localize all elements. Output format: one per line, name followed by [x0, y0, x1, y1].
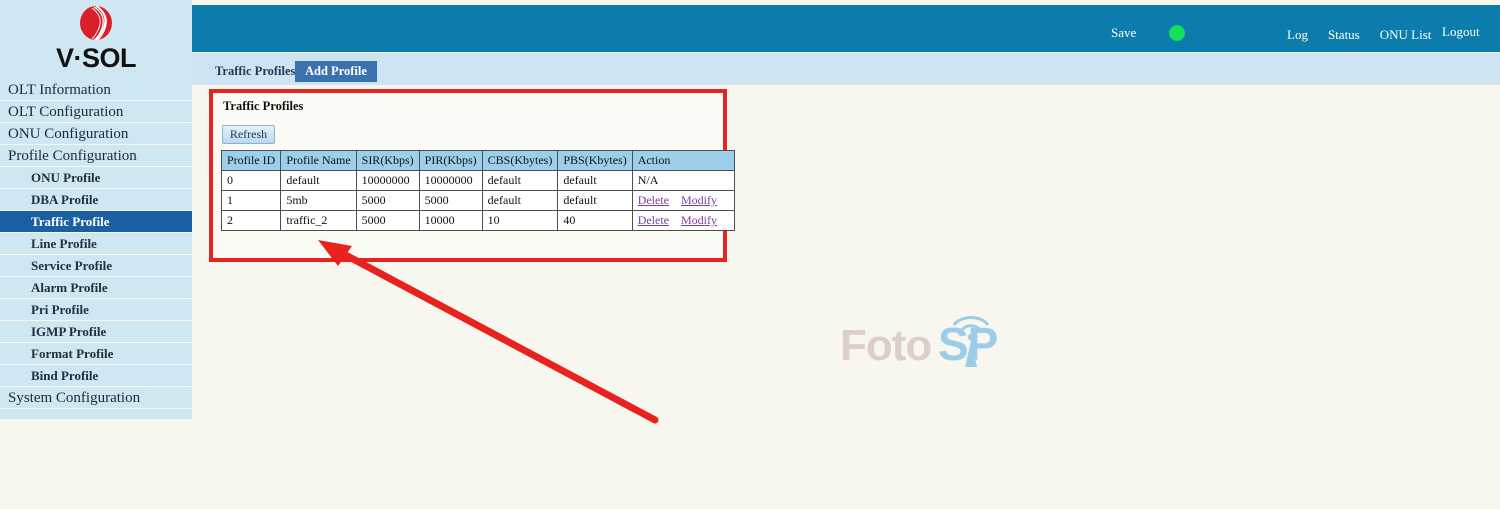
table-body: 0 default 10000000 10000000 default default N/…	[220, 170, 736, 231]
header-nav-links: Log Status ONU List	[1287, 27, 1451, 43]
column-header-action: Action	[631, 150, 736, 171]
header-link-status[interactable]: Status	[1328, 27, 1360, 43]
header-link-onu-list[interactable]: ONU List	[1380, 27, 1432, 43]
sidebar-item-label: Bind Profile	[31, 368, 99, 383]
cell-pir: 10000000	[418, 170, 483, 191]
cell-profile-id: 2	[220, 210, 282, 231]
column-header-profile-id: Profile ID	[220, 150, 282, 171]
sidebar-nav: OLT Information OLT Configuration ONU Conf…	[0, 79, 192, 409]
sidebar: V·SOL OLT Information OLT Configuration ON…	[0, 0, 192, 419]
cell-profile-name: default	[280, 170, 357, 191]
column-header-cbs: CBS(Kbytes)	[481, 150, 559, 171]
sidebar-item-service-profile[interactable]: Service Profile	[0, 255, 192, 277]
sidebar-item-igmp-profile[interactable]: IGMP Profile	[0, 321, 192, 343]
sidebar-item-label: System Configuration	[8, 390, 141, 406]
cell-pbs: 40	[557, 210, 633, 231]
sidebar-item-label: ONU Profile	[31, 170, 101, 185]
sidebar-item-label: Traffic Profile	[31, 214, 110, 229]
sidebar-item-label: ONU Configuration	[8, 126, 129, 142]
brand-logo-text: V·SOL	[55, 43, 137, 73]
delete-link[interactable]: Delete	[638, 193, 669, 207]
table-header-row: Profile ID Profile Name SIR(Kbps) PIR(Kb…	[220, 150, 736, 171]
traffic-profiles-table: Profile ID Profile Name SIR(Kbps) PIR(Kb…	[220, 150, 736, 231]
table-row: 2 traffic_2 5000 10000 10 40 Delete Modify	[220, 210, 736, 231]
sidebar-item-bind-profile[interactable]: Bind Profile	[0, 365, 192, 387]
sidebar-item-profile-configuration[interactable]: Profile Configuration	[0, 145, 192, 167]
cell-pir: 10000	[418, 210, 483, 231]
sidebar-item-label: OLT Configuration	[8, 104, 124, 120]
sidebar-item-alarm-profile[interactable]: Alarm Profile	[0, 277, 192, 299]
tab-traffic-profiles[interactable]: Traffic Profiles	[205, 61, 305, 82]
sidebar-item-onu-configuration[interactable]: ONU Configuration	[0, 123, 192, 145]
cell-pir: 5000	[418, 190, 483, 211]
sidebar-item-pri-profile[interactable]: Pri Profile	[0, 299, 192, 321]
cell-sir: 10000000	[355, 170, 420, 191]
panel-title: Traffic Profiles	[223, 99, 304, 113]
sidebar-item-label: Format Profile	[31, 346, 114, 361]
highlight-box: Traffic Profiles Refresh Profile ID Prof…	[209, 89, 736, 262]
cell-cbs: default	[481, 170, 559, 191]
column-header-pir: PIR(Kbps)	[418, 150, 483, 171]
column-header-sir: SIR(Kbps)	[355, 150, 420, 171]
sidebar-item-label: Alarm Profile	[31, 280, 108, 295]
application-window: V·SOL OLT Information OLT Configuration ON…	[0, 0, 1500, 509]
wifi-tower-icon	[952, 316, 990, 367]
sidebar-item-onu-profile[interactable]: ONU Profile	[0, 167, 192, 189]
table-row: 1 5mb 5000 5000 default default Delete Modify	[220, 190, 736, 211]
watermark-accent-text: SP	[938, 318, 998, 370]
sidebar-item-label: Line Profile	[31, 236, 97, 251]
header-link-log[interactable]: Log	[1287, 27, 1308, 43]
brand-logo: V·SOL	[0, 0, 192, 79]
refresh-button[interactable]: Refresh	[222, 125, 275, 144]
cell-cbs: 10	[481, 210, 559, 231]
column-header-profile-name: Profile Name	[280, 150, 357, 171]
green-status-dot-icon	[1169, 25, 1185, 41]
sidebar-item-label: DBA Profile	[31, 192, 99, 207]
modify-link[interactable]: Modify	[681, 193, 717, 207]
sidebar-item-label: IGMP Profile	[31, 324, 107, 339]
save-button[interactable]: Save	[1111, 25, 1136, 41]
sidebar-item-label: Pri Profile	[31, 302, 89, 317]
sidebar-item-olt-configuration[interactable]: OLT Configuration	[0, 101, 192, 123]
sidebar-item-system-configuration[interactable]: System Configuration	[0, 387, 192, 409]
sidebar-item-label: Service Profile	[31, 258, 112, 273]
sidebar-item-label: OLT Information	[8, 82, 111, 98]
cell-sir: 5000	[355, 190, 420, 211]
main-content: Traffic Profiles Refresh Profile ID Prof…	[192, 85, 1500, 509]
cell-profile-name: 5mb	[280, 190, 357, 211]
watermark-faded-text: Foto	[840, 321, 932, 370]
top-header-bar: Save Log Status ONU List Logout	[192, 5, 1500, 52]
sidebar-item-format-profile[interactable]: Format Profile	[0, 343, 192, 365]
cell-sir: 5000	[355, 210, 420, 231]
cell-profile-id: 0	[220, 170, 282, 191]
cell-profile-name: traffic_2	[280, 210, 357, 231]
sidebar-item-label: Profile Configuration	[8, 148, 137, 164]
cell-pbs: default	[557, 170, 633, 191]
cell-cbs: default	[481, 190, 559, 211]
table-row: 0 default 10000000 10000000 default default N/…	[220, 170, 736, 191]
sidebar-item-olt-information[interactable]: OLT Information	[0, 79, 192, 101]
sidebar-item-line-profile[interactable]: Line Profile	[0, 233, 192, 255]
vsol-sphere-logo-icon	[76, 4, 116, 42]
cell-action: Delete Modify	[631, 210, 736, 231]
sidebar-item-dba-profile[interactable]: DBA Profile	[0, 189, 192, 211]
watermark: Foto SP	[840, 303, 1050, 373]
cell-pbs: default	[557, 190, 633, 211]
modify-link[interactable]: Modify	[681, 213, 717, 227]
cell-profile-id: 1	[220, 190, 282, 211]
column-header-pbs: PBS(Kbytes)	[557, 150, 633, 171]
sidebar-item-traffic-profile[interactable]: Traffic Profile	[0, 211, 192, 233]
cell-action: N/A	[631, 170, 736, 191]
cell-action: Delete Modify	[631, 190, 736, 211]
tab-add-profile[interactable]: Add Profile	[295, 61, 377, 82]
delete-link[interactable]: Delete	[638, 213, 669, 227]
tab-strip: Traffic Profiles Add Profile	[192, 53, 1500, 85]
action-not-available: N/A	[637, 173, 659, 187]
logout-button[interactable]: Logout	[1442, 24, 1480, 40]
